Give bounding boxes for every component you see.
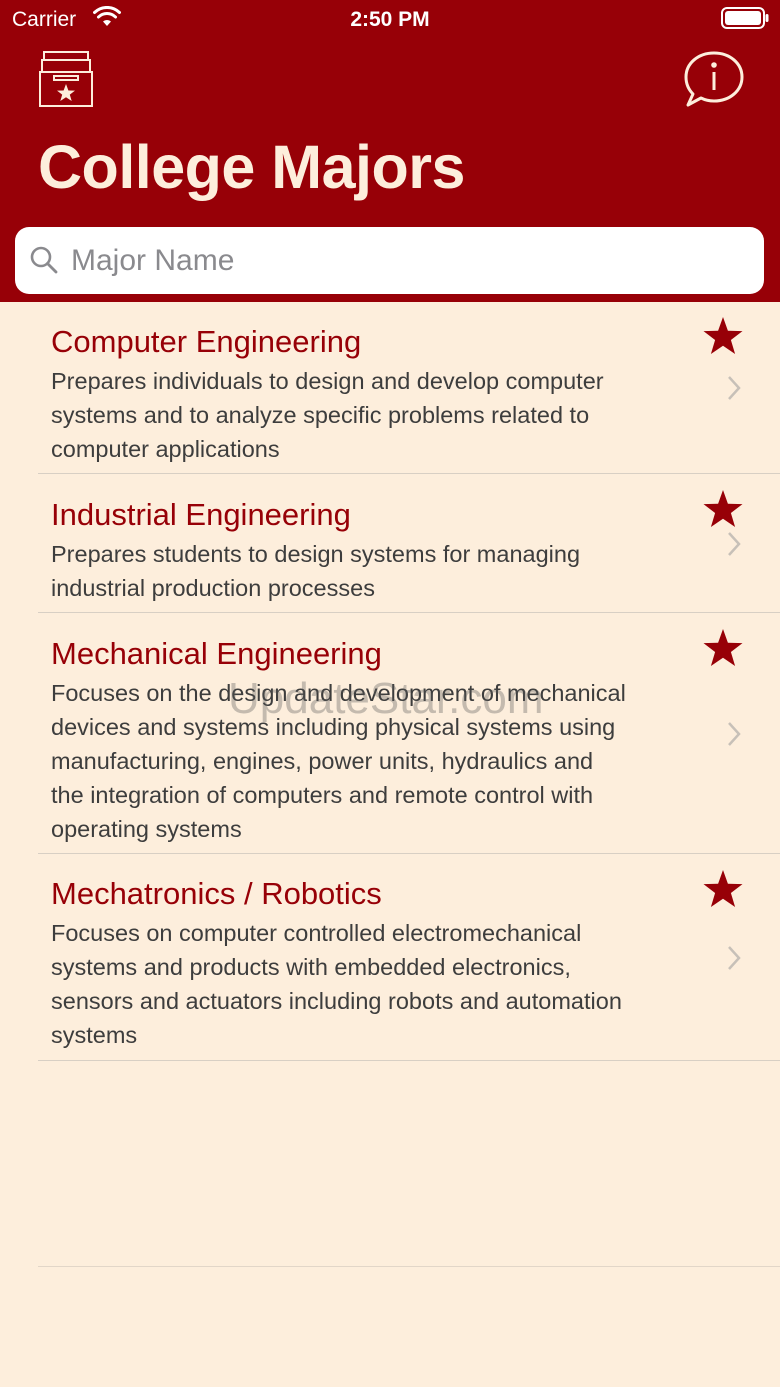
favorite-star-icon[interactable] bbox=[702, 869, 744, 909]
battery-icon bbox=[721, 7, 769, 29]
major-title: Mechatronics / Robotics bbox=[51, 876, 382, 911]
major-description: Prepares students to design systems for … bbox=[51, 537, 691, 605]
major-title: Industrial Engineering bbox=[51, 497, 351, 532]
chevron-right-icon bbox=[728, 722, 741, 746]
favorite-star-icon[interactable] bbox=[702, 316, 744, 356]
list-item-mechatronics-robotics[interactable]: Mechatronics / Robotics Focuses on compu… bbox=[0, 854, 780, 1061]
empty-row-separator bbox=[38, 1266, 780, 1267]
list-item-industrial-engineering[interactable]: Industrial Engineering Prepares students… bbox=[0, 474, 780, 613]
major-title: Mechanical Engineering bbox=[51, 636, 382, 671]
chevron-right-icon bbox=[728, 532, 741, 556]
description-line: systems and to analyze specific problems… bbox=[51, 402, 590, 428]
description-line: systems and products with embedded elect… bbox=[51, 954, 571, 980]
status-bar: Carrier 2:50 PM bbox=[0, 0, 780, 40]
description-line: sensors and actuators including robots a… bbox=[51, 988, 622, 1014]
chevron-right-icon bbox=[728, 946, 741, 970]
favorite-star-icon[interactable] bbox=[702, 628, 744, 668]
list-item-mechanical-engineering[interactable]: Mechanical Engineering Focuses on the de… bbox=[0, 613, 780, 854]
description-line: manufacturing, engines, power units, hyd… bbox=[51, 748, 594, 774]
search-input[interactable] bbox=[71, 227, 741, 294]
row-separator bbox=[38, 1060, 780, 1061]
description-line: Focuses on the design and development of… bbox=[51, 680, 626, 706]
status-time: 2:50 PM bbox=[350, 8, 430, 31]
page-title: College Majors bbox=[38, 133, 465, 201]
major-description: Focuses on the design and development of… bbox=[51, 676, 691, 846]
description-line: industrial production processes bbox=[51, 575, 375, 601]
info-bubble-icon[interactable] bbox=[683, 50, 745, 108]
favorites-archive-icon[interactable] bbox=[38, 50, 94, 108]
description-line: Prepares students to design systems for … bbox=[51, 541, 581, 567]
chevron-right-icon bbox=[728, 376, 741, 400]
description-line: computer applications bbox=[51, 436, 280, 462]
description-line: operating systems bbox=[51, 816, 242, 842]
major-description: Prepares individuals to design and devel… bbox=[51, 364, 691, 466]
description-line: Focuses on computer controlled electrome… bbox=[51, 920, 582, 946]
search-bar[interactable] bbox=[15, 227, 764, 294]
description-line: devices and systems including physical s… bbox=[51, 714, 616, 740]
search-icon bbox=[30, 246, 58, 274]
list-item-computer-engineering[interactable]: Computer Engineering Prepares individual… bbox=[0, 302, 780, 474]
major-description: Focuses on computer controlled electrome… bbox=[51, 916, 691, 1052]
favorite-star-icon[interactable] bbox=[702, 489, 744, 529]
description-line: the integration of computers and remote … bbox=[51, 782, 594, 808]
major-title: Computer Engineering bbox=[51, 324, 362, 359]
description-line: systems bbox=[51, 1022, 138, 1048]
description-line: Prepares individuals to design and devel… bbox=[51, 368, 604, 394]
nav-header: Carrier 2:50 PM College Majors bbox=[0, 0, 780, 302]
